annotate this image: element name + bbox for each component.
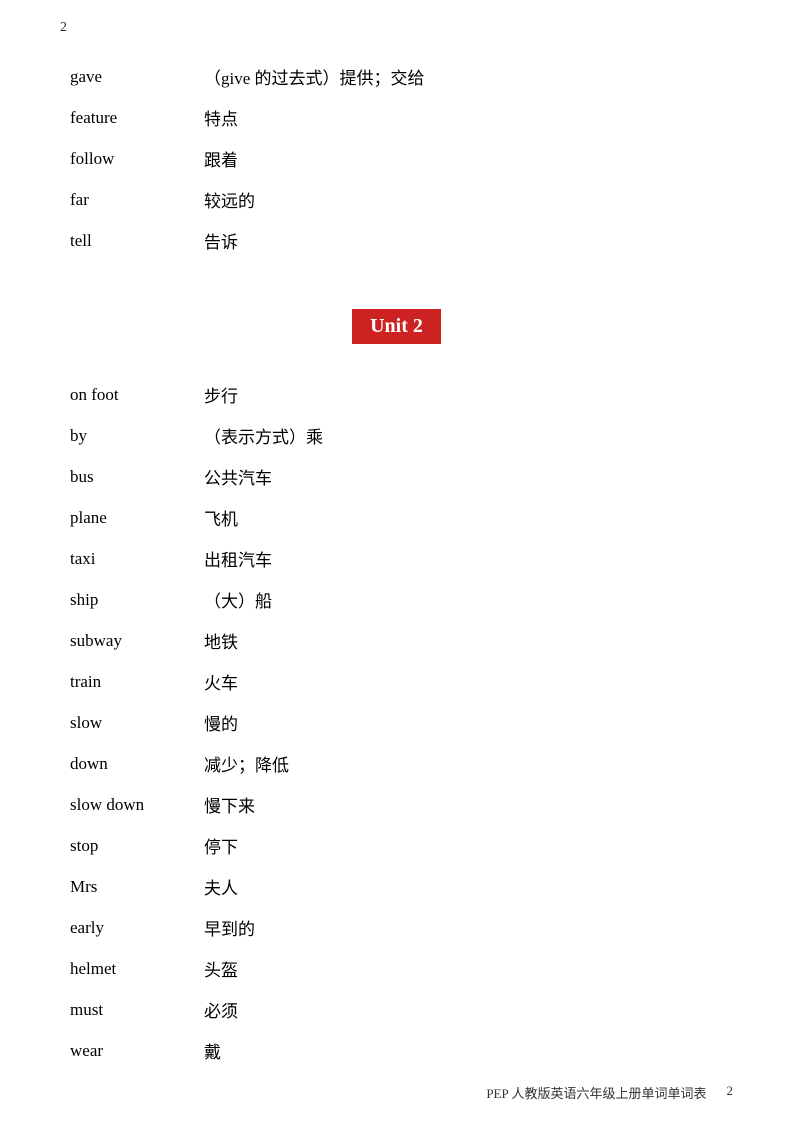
english-word: on foot [60, 374, 200, 415]
english-word: down [60, 743, 200, 784]
list-item: by（表示方式）乘 [60, 415, 733, 456]
chinese-meaning: 必须 [200, 989, 733, 1030]
list-item: far较远的 [60, 179, 733, 220]
chinese-meaning: 火车 [200, 661, 733, 702]
list-item: wear戴 [60, 1030, 733, 1071]
chinese-meaning: 飞机 [200, 497, 733, 538]
list-item: slow慢的 [60, 702, 733, 743]
list-item: on foot步行 [60, 374, 733, 415]
chinese-meaning: 慢的 [200, 702, 733, 743]
english-word: early [60, 907, 200, 948]
english-word: feature [60, 97, 200, 138]
english-word: helmet [60, 948, 200, 989]
list-item: plane飞机 [60, 497, 733, 538]
chinese-meaning: 减少；降低 [200, 743, 733, 784]
english-word: far [60, 179, 200, 220]
list-item: stop停下 [60, 825, 733, 866]
list-item: must必须 [60, 989, 733, 1030]
english-word: taxi [60, 538, 200, 579]
list-item: Mrs夫人 [60, 866, 733, 907]
list-item: feature特点 [60, 97, 733, 138]
english-word: subway [60, 620, 200, 661]
chinese-meaning: 公共汽车 [200, 456, 733, 497]
list-item: train火车 [60, 661, 733, 702]
english-word: ship [60, 579, 200, 620]
english-word: slow [60, 702, 200, 743]
chinese-meaning: 特点 [200, 97, 733, 138]
english-word: plane [60, 497, 200, 538]
chinese-meaning: 跟着 [200, 138, 733, 179]
english-word: tell [60, 220, 200, 261]
chinese-meaning: （give 的过去式）提供；交给 [200, 56, 733, 97]
chinese-meaning: （表示方式）乘 [200, 415, 733, 456]
chinese-meaning: 头盔 [200, 948, 733, 989]
list-item: ship（大）船 [60, 579, 733, 620]
english-word: must [60, 989, 200, 1030]
chinese-meaning: 慢下来 [200, 784, 733, 825]
english-word: train [60, 661, 200, 702]
list-item: slow down慢下来 [60, 784, 733, 825]
english-word: by [60, 415, 200, 456]
english-word: gave [60, 56, 200, 97]
vocab-table-section2: on foot步行by（表示方式）乘bus公共汽车plane飞机taxi出租汽车… [60, 374, 733, 1071]
unit-badge-row: Unit 2 [60, 281, 733, 364]
english-word: Mrs [60, 866, 200, 907]
unit-badge: Unit 2 [352, 309, 441, 344]
english-word: bus [60, 456, 200, 497]
vocab-table-section1: gave（give 的过去式）提供；交给feature特点follow跟着far… [60, 56, 733, 261]
chinese-meaning: 告诉 [200, 220, 733, 261]
footer-text: PEP 人教版英语六年级上册单词单词表 [486, 1083, 706, 1102]
chinese-meaning: 出租汽车 [200, 538, 733, 579]
list-item: helmet头盔 [60, 948, 733, 989]
page-number-top: 2 [60, 20, 733, 36]
chinese-meaning: 停下 [200, 825, 733, 866]
list-item: subway地铁 [60, 620, 733, 661]
chinese-meaning: 戴 [200, 1030, 733, 1071]
list-item: taxi出租汽车 [60, 538, 733, 579]
english-word: wear [60, 1030, 200, 1071]
list-item: follow跟着 [60, 138, 733, 179]
list-item: gave（give 的过去式）提供；交给 [60, 56, 733, 97]
chinese-meaning: （大）船 [200, 579, 733, 620]
english-word: follow [60, 138, 200, 179]
english-word: slow down [60, 784, 200, 825]
list-item: early早到的 [60, 907, 733, 948]
chinese-meaning: 步行 [200, 374, 733, 415]
list-item: down减少；降低 [60, 743, 733, 784]
page-footer: PEP 人教版英语六年级上册单词单词表 2 [0, 1083, 793, 1102]
list-item: bus公共汽车 [60, 456, 733, 497]
english-word: stop [60, 825, 200, 866]
page-number-bottom: 2 [727, 1083, 734, 1102]
chinese-meaning: 较远的 [200, 179, 733, 220]
chinese-meaning: 地铁 [200, 620, 733, 661]
list-item: tell告诉 [60, 220, 733, 261]
page: 2 gave（give 的过去式）提供；交给feature特点follow跟着f… [0, 0, 793, 1122]
chinese-meaning: 早到的 [200, 907, 733, 948]
chinese-meaning: 夫人 [200, 866, 733, 907]
